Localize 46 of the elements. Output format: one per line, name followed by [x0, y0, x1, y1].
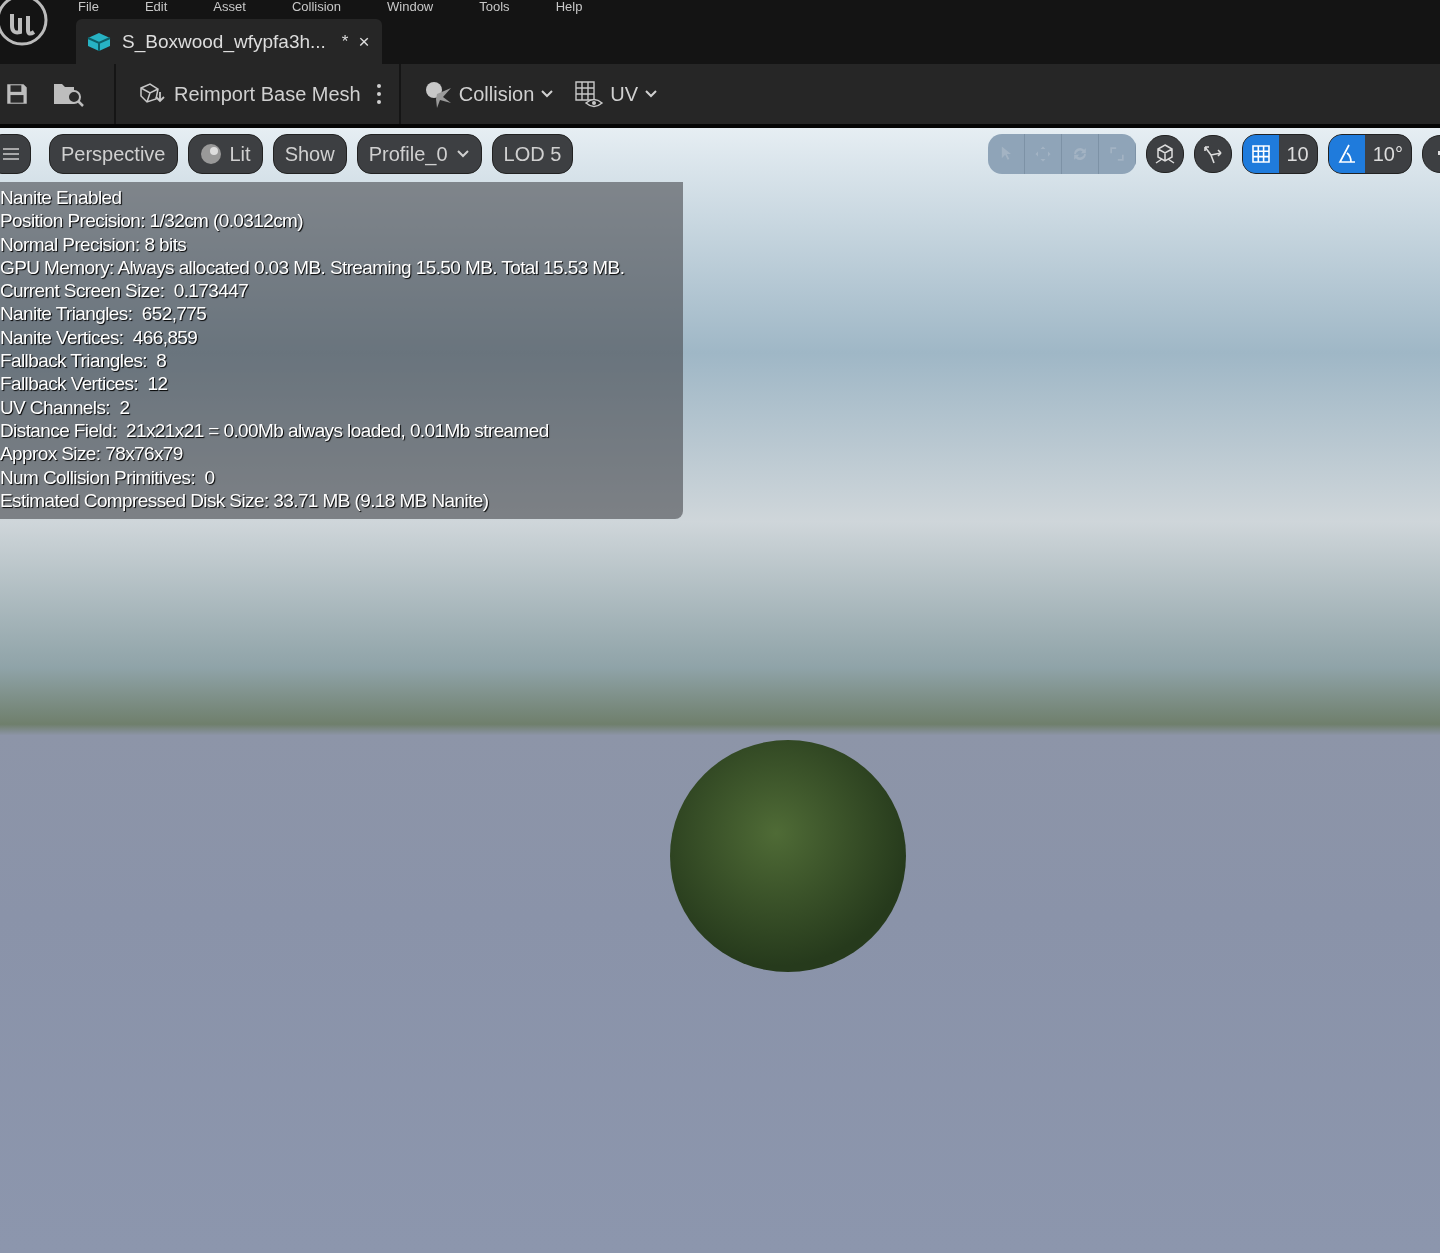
- close-tab-button[interactable]: ×: [358, 30, 370, 53]
- stat-line: UV Channels: 2: [0, 395, 131, 419]
- chevron-down-icon: [540, 89, 555, 99]
- viewport-option-button[interactable]: Perspective: [49, 134, 178, 174]
- tab-title: S_Boxwood_wfypfa3h...: [122, 30, 326, 53]
- grid-eye-icon: [574, 80, 605, 108]
- stat-line: GPU Memory: Always allocated 0.03 MB. Streaming 15.50 MB. Total 15.53 MB.: [0, 255, 626, 280]
- sphere-icon: [199, 143, 222, 165]
- angle-snap-toggle[interactable]: [1328, 135, 1365, 173]
- stat-line: Nanite Vertices: 466,859: [0, 325, 199, 350]
- viewport-option-button[interactable]: LOD 5: [491, 134, 574, 174]
- menu-item[interactable]: Tools: [479, 0, 510, 13]
- modified-indicator: *: [341, 31, 349, 52]
- stat-line: Estimated Compressed Disk Size: 33.71 MB (9.18 MB Nanite): [0, 488, 490, 513]
- toolbar-dropdown[interactable]: Collision: [412, 72, 565, 116]
- menu-icon: [3, 147, 19, 161]
- menu-item[interactable]: Edit: [144, 0, 168, 13]
- menu-item[interactable]: Asset: [213, 0, 246, 13]
- logo-icon: [0, 0, 48, 48]
- reimport-button[interactable]: Reimport Base Mesh: [128, 72, 371, 116]
- menu-item[interactable]: Collision: [291, 0, 341, 13]
- view-mode-button[interactable]: Lit: [187, 134, 263, 174]
- stat-line: Current Screen Size: 0.173447: [0, 279, 250, 303]
- stat-line: Approx Size: 78x76x79: [0, 442, 184, 466]
- menu-item[interactable]: File: [78, 0, 99, 13]
- stat-line: Nanite Enabled: [0, 186, 123, 210]
- viewport-option-button[interactable]: Show: [272, 134, 347, 174]
- toolbar-dropdown[interactable]: UV: [564, 72, 669, 116]
- stat-line: Fallback Vertices: 12: [0, 372, 169, 396]
- chevron-down-icon: [455, 149, 470, 159]
- profile-dropdown[interactable]: Profile_0: [356, 134, 482, 174]
- chevron-down-icon: [644, 89, 659, 99]
- grid-snap-toggle[interactable]: [1242, 135, 1279, 173]
- menu-button[interactable]: [0, 134, 31, 174]
- asset-tab[interactable]: S_Boxwood_wfypfa3h... * ×: [76, 19, 382, 64]
- stat-line: Num Collision Primitives: 0: [0, 465, 216, 489]
- stat-line: Normal Precision: 8 bits: [0, 232, 188, 256]
- menu-item[interactable]: Window: [387, 0, 434, 13]
- cube-icon: [86, 30, 112, 53]
- stat-line: Position Precision: 1/32cm (0.0312cm): [0, 209, 305, 233]
- mesh-arrow-icon: [138, 82, 168, 106]
- stat-line: Nanite Triangles: 652,775: [0, 302, 208, 326]
- menu-item[interactable]: Help: [555, 0, 583, 13]
- stat-line: Distance Field: 21x21x21 = 0.00Mb always loaded, 0.01Mb streamed: [0, 418, 550, 443]
- save-icon[interactable]: [4, 81, 30, 107]
- stat-line: Fallback Triangles: 8: [0, 349, 168, 373]
